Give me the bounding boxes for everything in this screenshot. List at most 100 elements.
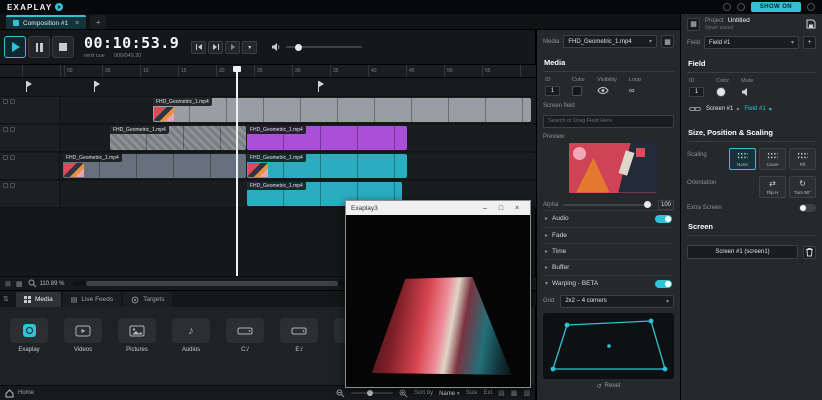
field-select[interactable]: Field #1 ▾ [704, 36, 799, 49]
zoom-out-icon[interactable] [336, 389, 345, 398]
window-titlebar[interactable]: Exaplay3 – □ × [346, 201, 530, 215]
section-fade[interactable]: ▸ Fade [543, 227, 674, 243]
track-row-2[interactable]: FHD_Geometric_1.mp4 FHD_Geometric_1.mp4 [0, 125, 536, 152]
clip[interactable]: FHD_Geometric_1.mp4 [110, 126, 246, 150]
timeline-ruler[interactable]: 00 05 10 15 20 25 30 35 40 45 50 55 [0, 64, 536, 78]
loop-icon[interactable]: ∞ [629, 86, 635, 95]
screen-link-select[interactable]: Screen #1▾ [706, 106, 739, 113]
add-field-button[interactable]: + [803, 36, 816, 49]
sort-ext-option[interactable]: Ext [483, 390, 492, 396]
thumbnail-size-slider[interactable] [351, 392, 393, 394]
tab-live-feeds[interactable]: ▤ Live Feeds [63, 292, 121, 307]
track-row-3[interactable]: FHD_Geometric_1.mp4 FHD_Geometric_1.mp4 [0, 153, 536, 180]
track-header[interactable] [0, 181, 60, 207]
scaling-none-button[interactable]: None [729, 148, 756, 170]
screen-field-input[interactable] [543, 115, 674, 128]
slider-knob[interactable] [367, 390, 373, 396]
media-list-button[interactable]: ▦ [661, 35, 674, 48]
track-lock-icon[interactable] [3, 155, 8, 160]
track-lock-icon[interactable] [3, 183, 8, 188]
mute-speaker-icon[interactable] [741, 87, 751, 97]
project-menu-icon[interactable]: ▦ [687, 18, 700, 31]
cue-flag-icon[interactable] [318, 81, 319, 92]
previous-cue-button[interactable] [191, 41, 206, 54]
sort-name-select[interactable]: Name ▾ [439, 390, 460, 397]
screen-select[interactable]: Screen #1 (screen1) [687, 245, 798, 259]
settings-icon[interactable] [807, 3, 815, 11]
alpha-value[interactable]: 100 [658, 200, 674, 210]
home-icon[interactable] [5, 389, 14, 398]
track-lock-icon[interactable] [3, 127, 8, 132]
grid-select[interactable]: 2x2 – 4 corners ▾ [560, 295, 674, 308]
stop-button[interactable] [52, 36, 74, 58]
browser-item-exaplay[interactable]: Exaplay [4, 318, 54, 353]
warp-editor[interactable] [543, 313, 674, 379]
tab-targets[interactable]: Targets [123, 292, 172, 307]
section-warping[interactable]: ▾ Warping - BETA [543, 275, 674, 292]
breadcrumb-home[interactable]: Home [18, 390, 34, 396]
tab-media[interactable]: Media [16, 292, 61, 307]
panel-collapse-icon[interactable]: ⇅ [3, 295, 9, 303]
delete-screen-button[interactable] [803, 246, 816, 259]
track-header[interactable] [0, 97, 60, 123]
flip-h-button[interactable]: ⇄Flip H [759, 176, 786, 198]
media-color-swatch[interactable] [572, 86, 582, 96]
play-button[interactable] [4, 36, 26, 58]
scaling-cover-button[interactable]: Cover [759, 148, 786, 170]
section-buffer[interactable]: ▸ Buffer [543, 259, 674, 275]
track-mute-icon[interactable] [10, 127, 15, 132]
browser-item-videos[interactable]: Videos [58, 318, 108, 353]
browser-item-pictures[interactable]: Pictures [112, 318, 162, 353]
section-audio[interactable]: ▸ Audio [543, 210, 674, 227]
audio-meter-icon[interactable] [737, 3, 745, 11]
clip[interactable]: FHD_Geometric_1.mp4 [63, 154, 246, 178]
next-cue-button[interactable] [208, 41, 223, 54]
clip[interactable]: FHD_Geometric_1.mp4 [153, 98, 531, 122]
cue-flag-icon[interactable] [94, 81, 95, 92]
tab-composition-1[interactable]: Composition #1 × [6, 15, 86, 29]
browser-item-audios[interactable]: ♪ Audios [166, 318, 216, 353]
cpu-meter-icon[interactable] [723, 3, 731, 11]
show-on-button[interactable]: SHOW ON [751, 2, 801, 12]
transport-options-button[interactable]: ▾ [242, 41, 257, 54]
tab-close-icon[interactable]: × [75, 20, 79, 27]
clip[interactable]: FHD_Geometric_1.mp4 [247, 126, 407, 150]
volume-slider[interactable] [286, 46, 362, 48]
fit-view-icon[interactable]: ⊞ [5, 280, 11, 288]
maximize-button[interactable]: □ [493, 205, 509, 212]
alpha-slider[interactable] [563, 204, 653, 206]
track-row-1[interactable]: FHD_Geometric_1.mp4 [0, 97, 536, 124]
scaling-fill-button[interactable]: Fill [789, 148, 816, 170]
reset-button[interactable]: ↺ Reset [543, 383, 674, 390]
track-header[interactable] [0, 125, 60, 151]
scrollbar-thumb[interactable] [86, 281, 337, 286]
media-id-input[interactable]: 1 [545, 86, 560, 96]
audio-toggle[interactable] [655, 215, 672, 223]
playhead[interactable] [236, 66, 238, 276]
sort-size-option[interactable]: Size [466, 390, 478, 396]
grid-view-icon[interactable]: ▦ [16, 280, 23, 288]
zoom-in-icon[interactable] [399, 389, 408, 398]
section-time[interactable]: ▸ Time [543, 243, 674, 259]
zoom-level[interactable]: 110.89 % [40, 281, 65, 287]
clip[interactable]: FHD_Geometric_1.mp4 [247, 154, 407, 178]
visibility-eye-icon[interactable] [597, 86, 609, 95]
view-list-icon[interactable]: ▤ [498, 389, 505, 397]
field-color-swatch[interactable] [716, 87, 726, 97]
add-tab-button[interactable]: + [90, 15, 106, 29]
play-next-button[interactable] [225, 41, 240, 54]
minimize-button[interactable]: – [477, 205, 493, 212]
extra-screen-toggle[interactable] [799, 204, 816, 212]
cue-flag-icon[interactable] [26, 81, 27, 92]
turn-90-button[interactable]: ↻Turn 90° [789, 176, 816, 198]
output-window[interactable]: Exaplay3 – □ × [345, 200, 531, 388]
view-rows-icon[interactable]: ▥ [523, 389, 530, 397]
browser-item-drive-e[interactable]: E:/ [274, 318, 324, 353]
view-grid-icon[interactable]: ▦ [511, 389, 518, 397]
close-button[interactable]: × [509, 205, 525, 212]
warping-toggle[interactable] [655, 280, 672, 288]
track-mute-icon[interactable] [10, 183, 15, 188]
pause-button[interactable] [28, 36, 50, 58]
track-header[interactable] [0, 153, 60, 179]
cue-marker-row[interactable] [0, 78, 536, 97]
